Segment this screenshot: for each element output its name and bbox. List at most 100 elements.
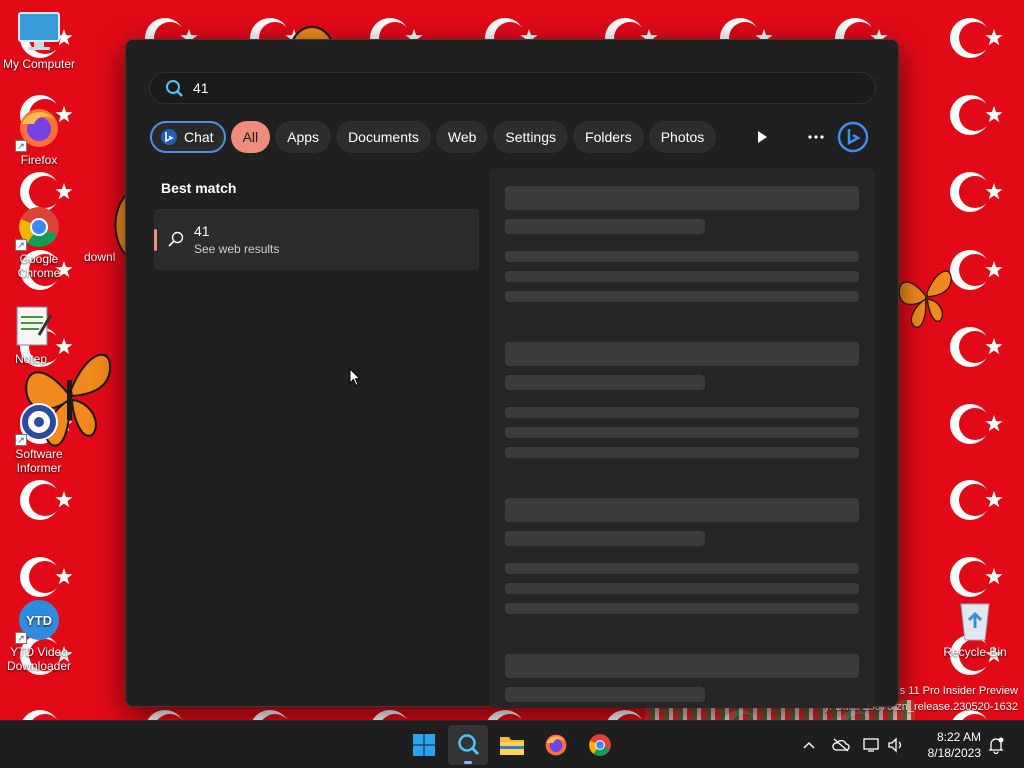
loading-placeholder: [505, 687, 705, 702]
loading-placeholder: [505, 342, 859, 366]
desktop-icon-ytd-video-downloader[interactable]: YTD ↗ YTD Video Downloader: [0, 598, 78, 673]
mouse-cursor-icon: [349, 368, 361, 387]
taskbar-firefox[interactable]: [536, 725, 576, 765]
selection-accent: [154, 229, 157, 251]
desktop-icon-firefox[interactable]: ↗ Firefox: [0, 106, 78, 167]
svg-text:YTD: YTD: [26, 613, 52, 628]
loading-placeholder: [505, 563, 859, 574]
desktop-icon-download[interactable]: downl: [84, 250, 128, 264]
best-match-result[interactable]: 41 See web results: [154, 209, 479, 270]
notifications-button[interactable]: [986, 735, 1006, 755]
crescent-star-mark: [487, 710, 523, 720]
desktop-icon-recycle-bin[interactable]: Recycle Bin: [936, 598, 1014, 659]
filter-documents[interactable]: Documents: [336, 121, 431, 153]
crescent-star-mark: [950, 557, 1003, 597]
search-icon: [166, 80, 183, 97]
file-explorer-icon: [500, 737, 524, 755]
crescent-star-mark: [252, 710, 288, 720]
loading-placeholder: [505, 603, 859, 614]
shortcut-arrow-icon: ↗: [15, 140, 27, 152]
filter-settings[interactable]: Settings: [493, 121, 569, 153]
butterfly-decoration: [898, 270, 952, 328]
loading-placeholder: [505, 291, 859, 302]
crescent-star-mark: [950, 250, 1003, 290]
more-filters-button[interactable]: [746, 121, 778, 153]
result-title: 41: [194, 223, 210, 239]
loading-placeholder: [505, 531, 705, 546]
search-flyout: Chat All Apps Documents Web Settings Fol…: [125, 39, 899, 708]
search-filter-bar: Chat All Apps Documents Web Settings Fol…: [150, 121, 721, 153]
clock-date: 8/18/2023: [927, 746, 981, 760]
crescent-star-mark: [950, 327, 1003, 367]
recycle-bin-icon: [953, 598, 997, 642]
filter-all[interactable]: All: [230, 121, 271, 153]
taskbar-file-explorer[interactable]: [492, 725, 532, 765]
bing-chat-icon: [161, 129, 177, 145]
search-icon: [458, 734, 480, 756]
filter-chat[interactable]: Chat: [150, 121, 226, 153]
shortcut-arrow-icon: ↗: [15, 434, 27, 446]
chevron-up-icon: [803, 741, 815, 749]
software-informer-icon: ↗: [15, 400, 61, 446]
shortcut-arrow-icon: ↗: [15, 239, 27, 251]
crescent-star-mark: [950, 95, 1003, 135]
search-box[interactable]: [149, 72, 876, 104]
loading-placeholder: [505, 583, 859, 594]
notification-bell-icon: [988, 737, 1004, 754]
loading-placeholder: [505, 447, 859, 458]
desktop-icon-my-computer[interactable]: My Computer: [0, 10, 78, 71]
crescent-star-mark: [22, 710, 58, 720]
more-options-button[interactable]: [800, 121, 832, 153]
loading-placeholder: [505, 186, 859, 210]
filter-photos[interactable]: Photos: [648, 121, 717, 153]
desktop-icon-notepad[interactable]: Notep: [0, 305, 70, 366]
loading-placeholder: [505, 219, 705, 234]
crescent-star-mark: [950, 404, 1003, 444]
loading-placeholder: [505, 654, 859, 678]
network-button[interactable]: [862, 735, 882, 755]
desktop-icon-software-informer[interactable]: ↗ Software Informer: [0, 400, 78, 475]
ellipsis-icon: [808, 135, 824, 139]
result-subtitle: See web results: [194, 242, 280, 256]
volume-button[interactable]: [886, 735, 906, 755]
taskbar: 8:22 AM 8/18/2023: [0, 720, 1024, 768]
build-watermark-line1: s 11 Pro Insider Preview: [899, 685, 1018, 697]
crescent-star-mark: [20, 557, 73, 597]
chrome-icon: ↗: [15, 205, 61, 251]
system-clock[interactable]: 8:22 AM 8/18/2023: [915, 729, 981, 761]
crescent-star-mark: [950, 18, 1003, 58]
filter-apps[interactable]: Apps: [275, 121, 332, 153]
search-input[interactable]: [193, 80, 793, 96]
speaker-icon: [888, 737, 902, 753]
shortcut-arrow-icon: ↗: [15, 632, 27, 644]
butterfly-decoration: [114, 195, 126, 255]
cloud-offline-icon: [832, 738, 850, 752]
filter-web[interactable]: Web: [435, 121, 489, 153]
show-hidden-icons-button[interactable]: [799, 735, 819, 755]
chrome-icon: [589, 734, 611, 756]
best-match-heading: Best match: [161, 180, 237, 196]
crescent-star-mark: [20, 480, 73, 520]
crescent-star-mark: [147, 710, 183, 720]
onedrive-button[interactable]: [831, 735, 851, 755]
crescent-star-mark: [950, 480, 1003, 520]
loading-placeholder: [505, 407, 859, 418]
taskbar-chrome[interactable]: [580, 725, 620, 765]
taskbar-search-button[interactable]: [448, 725, 488, 765]
loading-placeholder: [505, 271, 859, 282]
firefox-icon: ↗: [15, 106, 61, 152]
crescent-star-mark: [950, 172, 1003, 212]
play-arrow-icon: [758, 131, 767, 143]
network-icon: [863, 738, 879, 752]
desktop-icon-google-chrome[interactable]: ↗ Google Chrome: [0, 205, 78, 280]
loading-placeholder: [505, 498, 859, 522]
loading-placeholder: [505, 375, 705, 390]
loading-placeholder: [505, 427, 859, 438]
firefox-icon: [545, 734, 567, 756]
filter-folders[interactable]: Folders: [573, 121, 644, 153]
start-icon: [413, 734, 435, 756]
preview-pane-loading: [489, 168, 875, 708]
bing-button[interactable]: [837, 121, 869, 153]
start-button[interactable]: [404, 725, 444, 765]
computer-icon: [17, 10, 61, 54]
